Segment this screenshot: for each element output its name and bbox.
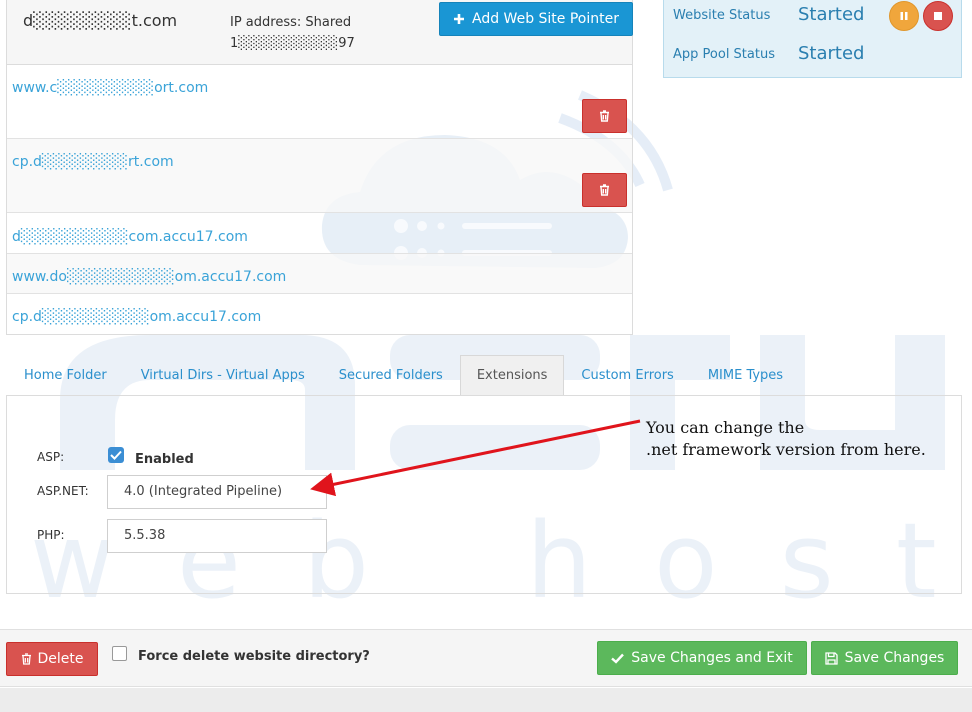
aspnet-version-select[interactable]: 4.0 (Integrated Pipeline): [107, 475, 327, 509]
page-bottom-area: [0, 688, 972, 712]
app-pool-status-value: Started: [798, 43, 865, 64]
plus-icon: [454, 14, 464, 24]
ip-address-value: 1░░░░░░░░░░97: [230, 36, 355, 51]
save-changes-button[interactable]: Save Changes: [811, 641, 958, 675]
annotation-line-2: .net framework version from here.: [646, 440, 926, 459]
annotation-line-1: You can change the: [646, 418, 805, 437]
force-delete-checkbox[interactable]: [112, 646, 127, 661]
action-footer: Delete Force delete website directory? S…: [0, 629, 972, 687]
pause-website-button[interactable]: [889, 1, 919, 31]
pointer-link[interactable]: cp.d░░░░░░░░rt.com: [12, 154, 174, 170]
status-panel: Website Status Started App Pool Status S…: [663, 0, 962, 78]
tab-secured-folders[interactable]: Secured Folders: [322, 355, 460, 396]
check-icon: [110, 450, 122, 460]
tab-extensions[interactable]: Extensions: [459, 355, 565, 396]
save-label: Save Changes: [844, 650, 945, 666]
annotation-text: You can change the .net framework versio…: [646, 417, 926, 461]
pointer-link[interactable]: www.do░░░░░░░░░░om.accu17.com: [12, 269, 286, 285]
floppy-disk-icon: [824, 651, 838, 665]
app-pool-status-label: App Pool Status: [673, 47, 775, 62]
asp-enabled-checkbox[interactable]: [108, 447, 124, 463]
pointer-row: www.c░░░░░░░░░ort.com: [7, 65, 632, 139]
pause-icon: [900, 12, 908, 20]
trash-icon: [600, 184, 609, 196]
save-changes-and-exit-button[interactable]: Save Changes and Exit: [597, 641, 807, 675]
ip-address-label: IP address: Shared: [230, 15, 352, 30]
tab-virtual-dirs[interactable]: Virtual Dirs - Virtual Apps: [124, 355, 322, 396]
check-icon: [611, 653, 625, 664]
pointers-header: d░░░░░░░░t.com IP address: Shared 1░░░░░…: [7, 0, 633, 65]
tab-custom-errors[interactable]: Custom Errors: [564, 355, 690, 396]
website-status-value: Started: [798, 4, 865, 25]
asp-label: ASP:: [37, 450, 65, 464]
delete-website-button[interactable]: Delete: [6, 642, 98, 676]
website-pointers-panel: d░░░░░░░░t.com IP address: Shared 1░░░░░…: [6, 0, 633, 335]
aspnet-label: ASP.NET:: [37, 484, 89, 498]
add-web-site-pointer-button[interactable]: Add Web Site Pointer: [439, 2, 633, 36]
website-status-label: Website Status: [673, 8, 771, 23]
tab-mime-types[interactable]: MIME Types: [691, 355, 800, 396]
save-exit-label: Save Changes and Exit: [631, 650, 793, 666]
pointer-link[interactable]: d░░░░░░░░░░com.accu17.com: [12, 229, 248, 245]
force-delete-label: Force delete website directory?: [138, 649, 370, 664]
stop-website-button[interactable]: [923, 1, 953, 31]
delete-label: Delete: [37, 651, 84, 667]
php-version-select[interactable]: 5.5.38: [107, 519, 327, 553]
trash-icon: [600, 110, 609, 122]
asp-enabled-label: Enabled: [135, 452, 194, 467]
trash-icon: [21, 653, 31, 665]
add-pointer-label: Add Web Site Pointer: [472, 11, 619, 27]
pointer-link[interactable]: www.c░░░░░░░░░ort.com: [12, 80, 208, 96]
pointer-row: cp.d░░░░░░░░░░om.accu17.com: [7, 294, 632, 334]
delete-pointer-button[interactable]: [582, 173, 627, 207]
pointer-row: www.do░░░░░░░░░░om.accu17.com: [7, 254, 632, 294]
pointer-link[interactable]: cp.d░░░░░░░░░░om.accu17.com: [12, 309, 261, 325]
settings-tabs: Home Folder Virtual Dirs - Virtual Apps …: [7, 355, 800, 396]
stop-icon: [934, 12, 942, 20]
pointer-row: cp.d░░░░░░░░rt.com: [7, 139, 632, 213]
delete-pointer-button[interactable]: [582, 99, 627, 133]
tab-home-folder[interactable]: Home Folder: [7, 355, 124, 396]
pointer-row: d░░░░░░░░░░com.accu17.com: [7, 213, 632, 254]
primary-domain: d░░░░░░░░t.com: [23, 11, 178, 30]
php-label: PHP:: [37, 528, 65, 542]
